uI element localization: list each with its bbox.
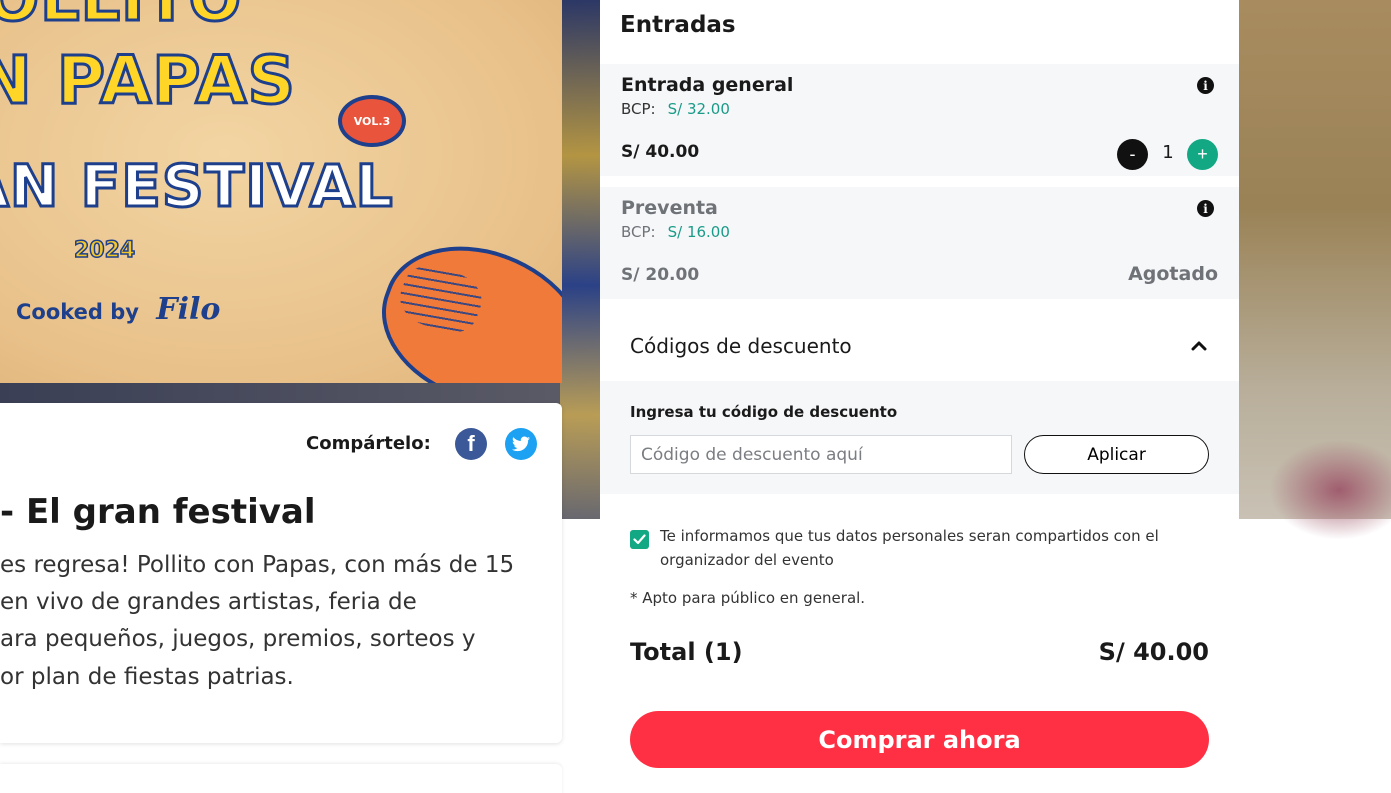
chevron-up-icon: [1191, 341, 1207, 351]
facebook-icon[interactable]: f: [455, 428, 487, 460]
discount-label: Ingresa tu código de descuento: [630, 403, 898, 421]
bcp-label: BCP:: [621, 100, 656, 118]
background-blur-right: [1239, 0, 1391, 540]
ticket-price: S/ 20.00: [621, 265, 700, 285]
hero-vol-badge: VOL.3: [338, 95, 406, 147]
buy-now-button[interactable]: Comprar ahora: [630, 711, 1209, 768]
twitter-icon[interactable]: [505, 428, 537, 460]
bcp-price-value: S/ 16.00: [667, 223, 730, 241]
check-icon: [633, 534, 646, 545]
ticket-name: Preventa: [621, 197, 718, 219]
total-label: Total (1): [630, 638, 743, 666]
ticket-preventa: Preventa i BCP: S/ 16.00 S/ 20.00 Agotado: [600, 187, 1239, 299]
increase-quantity-button[interactable]: +: [1187, 139, 1218, 170]
hero-cooked-by-text: Cooked by: [16, 300, 139, 324]
decrease-quantity-button[interactable]: -: [1117, 139, 1148, 170]
ticket-price: S/ 40.00: [621, 142, 700, 162]
event-description-line: ara pequeños, juegos, premios, sorteos y: [0, 626, 476, 652]
discount-body: Ingresa tu código de descuento Aplicar: [600, 381, 1239, 494]
share-label: Compártelo:: [306, 433, 431, 454]
audience-note: * Apto para público en general.: [630, 589, 866, 607]
discount-title: Códigos de descuento: [630, 334, 852, 358]
hero-line-3: EL GRAN FESTIVAL: [0, 151, 394, 222]
hero-brand-logo: Filo: [156, 292, 221, 327]
event-description-line: es regresa! Pollito con Papas, con más d…: [0, 552, 515, 578]
info-icon[interactable]: i: [1197, 77, 1214, 94]
apply-discount-button[interactable]: Aplicar: [1024, 435, 1209, 474]
ticket-bcp-price: BCP: S/ 32.00: [621, 100, 730, 118]
sold-out-label: Agotado: [1128, 263, 1218, 285]
bcp-label: BCP:: [621, 223, 656, 241]
ticket-bcp-price: BCP: S/ 16.00: [621, 223, 730, 241]
event-hero-image: POLLITO CON PAPAS VOL.3 EL GRAN FESTIVAL…: [0, 0, 562, 383]
ticket-general: Entrada general i BCP: S/ 32.00 S/ 40.00 …: [600, 64, 1239, 176]
consent-text: Te informamos que tus datos personales s…: [660, 527, 1159, 569]
consent-checkbox[interactable]: [630, 530, 649, 549]
info-icon[interactable]: i: [1197, 200, 1214, 217]
event-secondary-card: [0, 764, 562, 793]
discount-code-input[interactable]: [630, 435, 1012, 474]
bcp-price-value: S/ 32.00: [667, 100, 730, 118]
hero-cooked-by: Cooked by Filo: [16, 292, 220, 327]
total-amount: S/ 40.00: [1098, 638, 1209, 666]
event-description-line: en vivo de grandes artistas, feria de: [0, 589, 417, 615]
tickets-title: Entradas: [620, 12, 736, 38]
event-title: - El gran festival: [0, 492, 316, 532]
quantity-value: 1: [1162, 142, 1174, 163]
hero-line-2: CON PAPAS: [0, 41, 297, 121]
event-description-line: or plan de fiestas patrias.: [0, 664, 294, 690]
hero-line-1: POLLITO: [0, 0, 243, 37]
ticket-name: Entrada general: [621, 74, 794, 96]
hero-year: 2024: [73, 237, 136, 264]
twitter-bird-glyph: [512, 436, 530, 452]
discount-accordion-toggle[interactable]: Códigos de descuento: [600, 300, 1239, 380]
